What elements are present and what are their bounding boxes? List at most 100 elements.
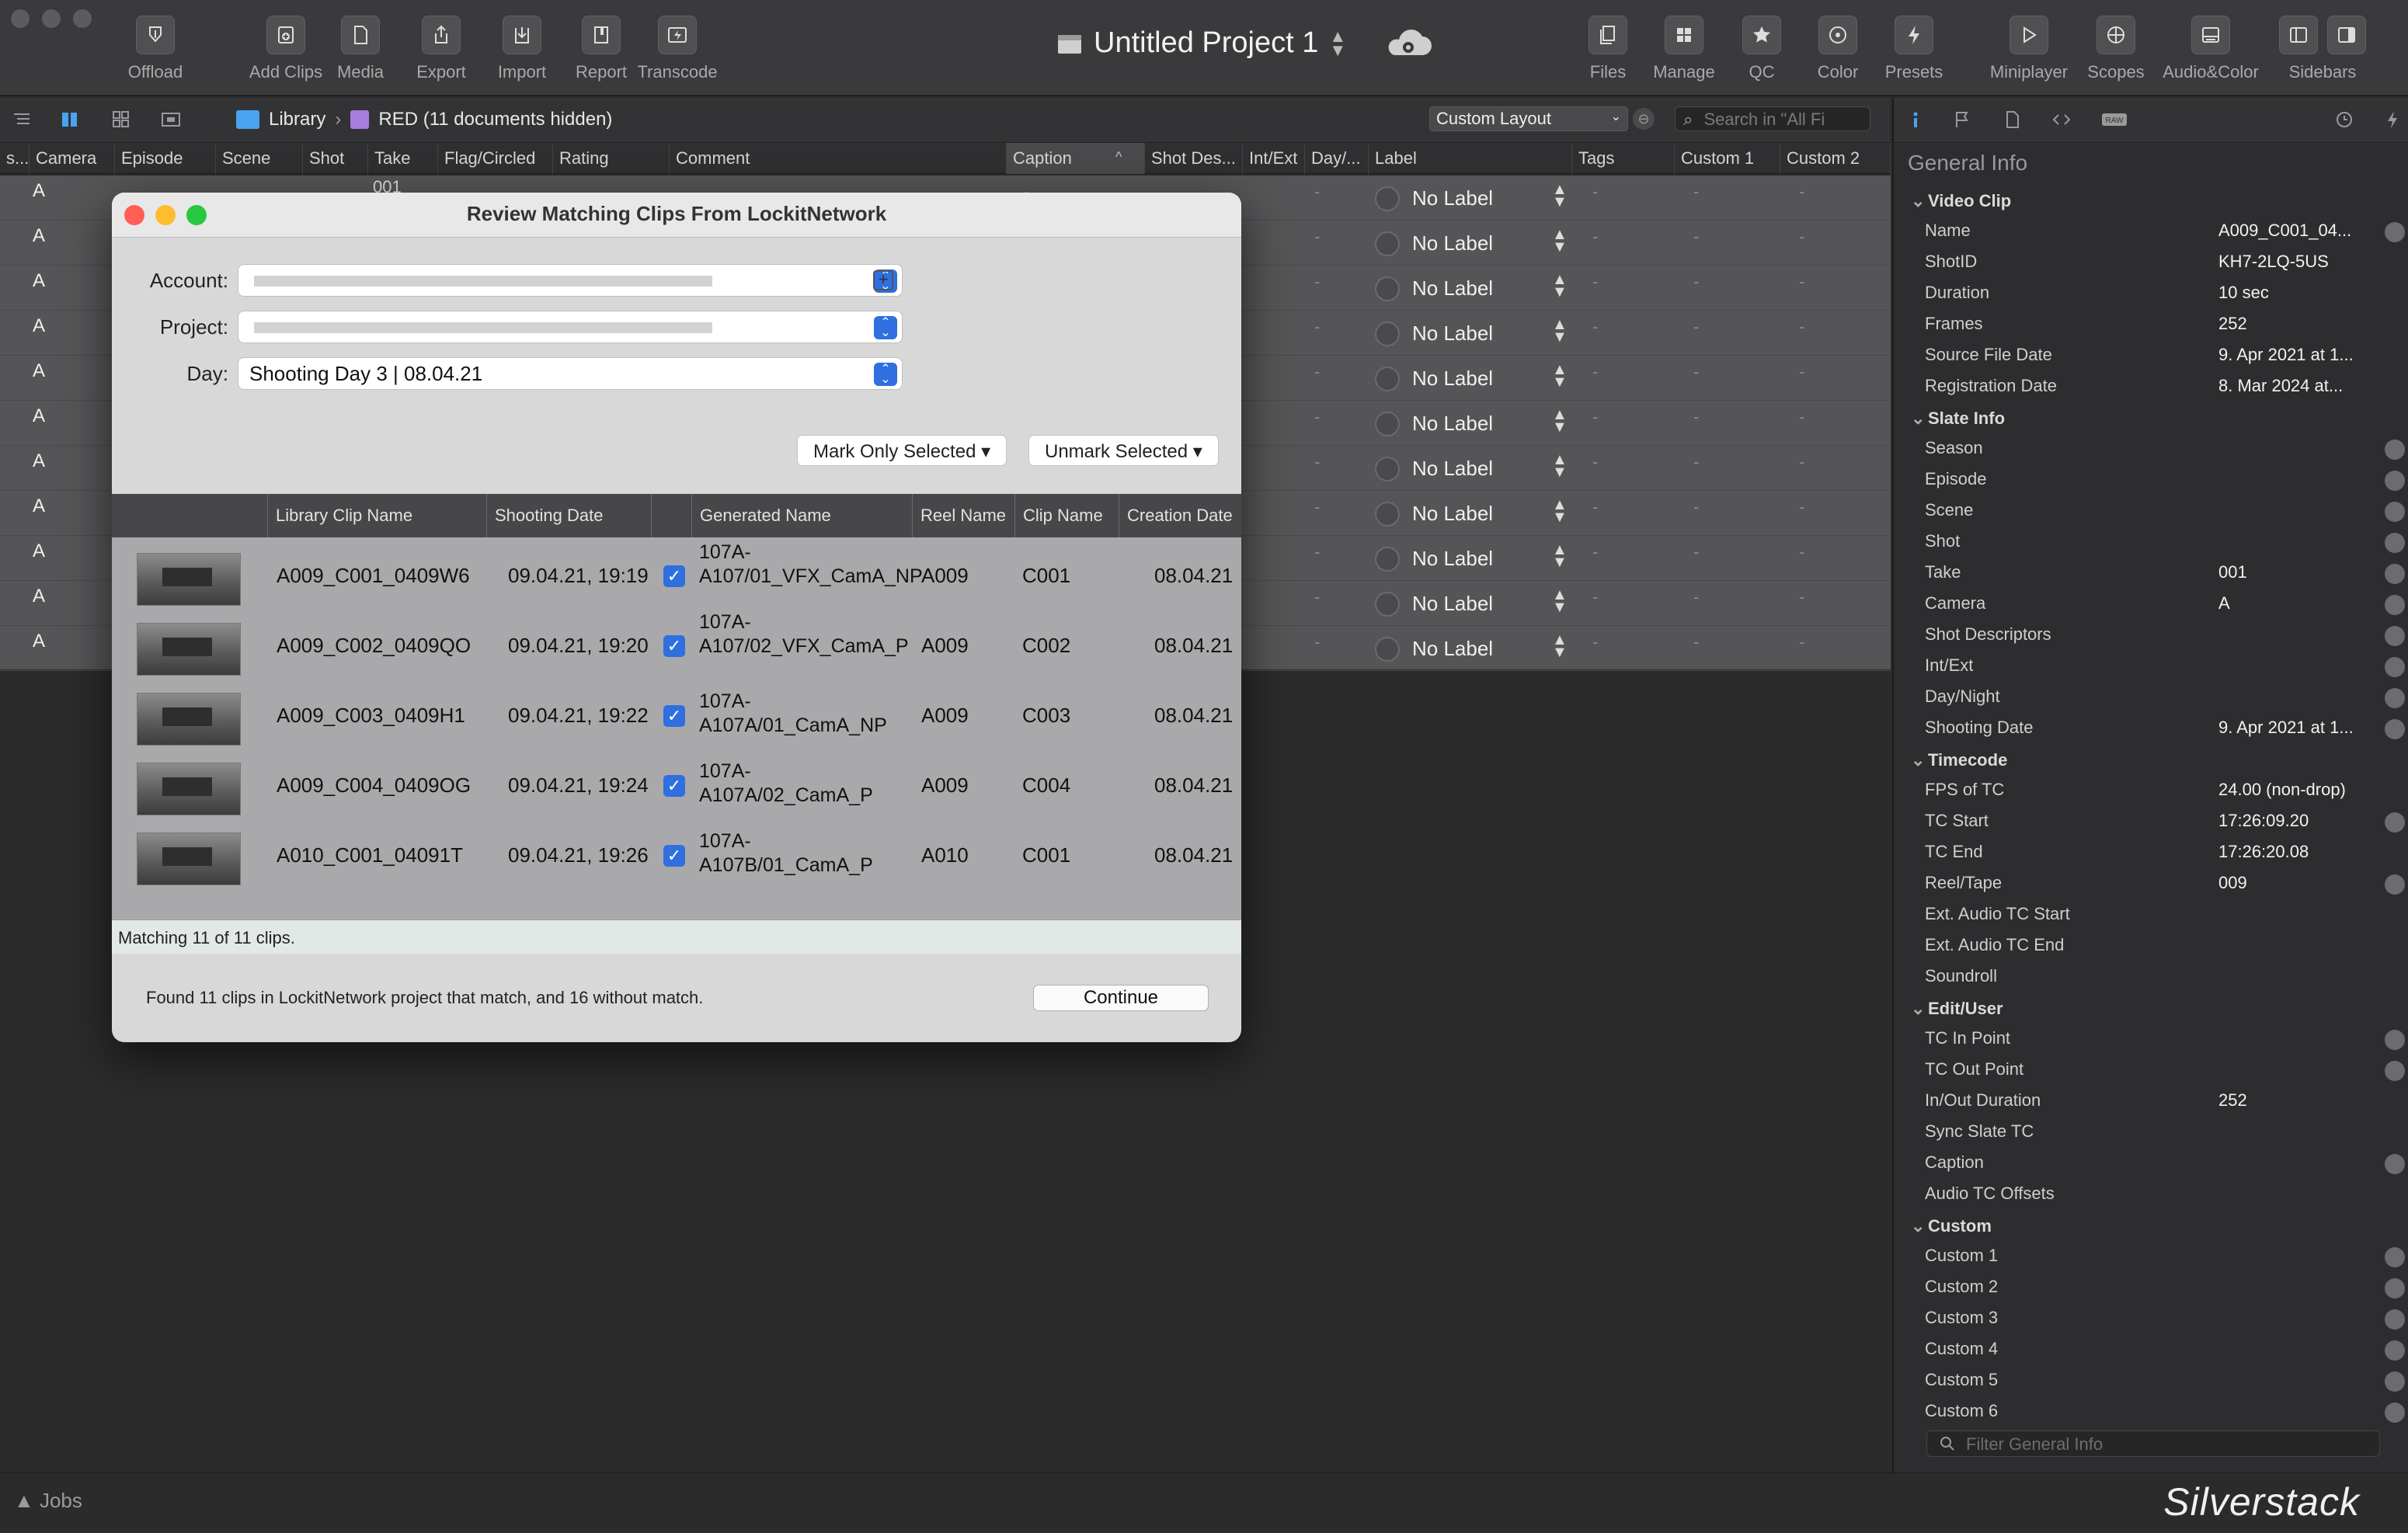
label-color-icon[interactable] xyxy=(1375,186,1400,211)
scopes-button[interactable]: Scopes xyxy=(2069,16,2163,82)
edit-pencil-icon[interactable] xyxy=(2385,1247,2405,1267)
label-color-icon[interactable] xyxy=(1375,367,1400,391)
edit-pencil-icon[interactable] xyxy=(2385,564,2405,584)
column-view-icon[interactable] xyxy=(59,109,81,130)
label-cell[interactable]: No Label xyxy=(1412,592,1493,616)
column-header-shot-des-[interactable]: Shot Des... xyxy=(1145,143,1243,174)
label-stepper-icon[interactable]: ▲ ▼ xyxy=(1552,317,1568,345)
left-sidebar-icon[interactable] xyxy=(2279,16,2318,54)
day-select[interactable]: Shooting Day 3 | 08.04.21 ⌃ ⌄ xyxy=(238,357,903,390)
clips-column-header[interactable]: Clip Name xyxy=(1014,494,1119,537)
column-header-scene[interactable]: Scene xyxy=(216,143,303,174)
sort-caret-icon[interactable]: ^ xyxy=(1115,149,1122,165)
section-edit-user[interactable]: ⌄ Edit/User xyxy=(1911,999,2003,1019)
edit-pencil-icon[interactable] xyxy=(2385,1340,2405,1361)
label-color-icon[interactable] xyxy=(1375,231,1400,256)
info-value[interactable]: 9. Apr 2021 at 1... xyxy=(2218,718,2354,738)
unmark-selected-button[interactable]: Unmark Selected ▾ xyxy=(1028,435,1219,466)
cloud-sync-icon[interactable] xyxy=(1380,27,1435,60)
edit-pencil-icon[interactable] xyxy=(2385,874,2405,895)
edit-pencil-icon[interactable] xyxy=(2385,471,2405,491)
label-color-icon[interactable] xyxy=(1375,322,1400,346)
jobs-toggle[interactable]: ▲ Jobs xyxy=(14,1489,82,1513)
transcode-button[interactable]: Transcode xyxy=(631,16,724,82)
label-cell[interactable]: No Label xyxy=(1412,276,1493,301)
label-stepper-icon[interactable]: ▲ ▼ xyxy=(1552,407,1568,435)
history-icon[interactable] xyxy=(2333,109,2355,130)
section-timecode[interactable]: ⌄ Timecode xyxy=(1911,750,2007,770)
label-cell[interactable]: No Label xyxy=(1412,502,1493,526)
info-value[interactable]: A009_C001_04... xyxy=(2218,221,2351,241)
column-header-int-ext[interactable]: Int/Ext xyxy=(1243,143,1305,174)
label-color-icon[interactable] xyxy=(1375,502,1400,527)
label-stepper-icon[interactable]: ▲ ▼ xyxy=(1552,452,1568,480)
column-header-label[interactable]: Label xyxy=(1369,143,1572,174)
column-header-comment[interactable]: Comment xyxy=(670,143,1007,174)
edit-pencil-icon[interactable] xyxy=(2385,595,2405,615)
bolt-icon[interactable] xyxy=(2382,109,2403,130)
flag-icon[interactable] xyxy=(1951,109,1973,130)
match-checkbox[interactable]: ✓ xyxy=(663,635,685,657)
column-header-episode[interactable]: Episode xyxy=(115,143,216,174)
window-minimize-button[interactable] xyxy=(42,9,61,28)
edit-pencil-icon[interactable] xyxy=(2385,1371,2405,1392)
clips-column-header[interactable]: Shooting Date xyxy=(486,494,651,537)
label-cell[interactable]: No Label xyxy=(1412,322,1493,346)
grid-view-icon[interactable] xyxy=(110,109,132,130)
edit-pencil-icon[interactable] xyxy=(2385,1278,2405,1298)
info-value[interactable]: 17:26:09.20 xyxy=(2218,811,2309,831)
continue-button[interactable]: Continue xyxy=(1033,985,1209,1011)
edit-pencil-icon[interactable] xyxy=(2385,1403,2405,1423)
clips-column-header[interactable]: Creation Date xyxy=(1119,494,1241,537)
info-value[interactable]: A xyxy=(2218,593,2230,614)
window-zoom-button[interactable] xyxy=(73,9,92,28)
edit-pencil-icon[interactable] xyxy=(2385,719,2405,739)
edit-pencil-icon[interactable] xyxy=(2385,1061,2405,1081)
label-color-icon[interactable] xyxy=(1375,547,1400,572)
clip-row[interactable]: A009_C001_0409W6 09.04.21, 19:19 ✓ 107A-A10… xyxy=(112,537,1241,612)
label-cell[interactable]: No Label xyxy=(1412,412,1493,436)
info-value[interactable]: 001 xyxy=(2218,562,2247,582)
clips-column-header[interactable]: Generated Name xyxy=(691,494,912,537)
edit-pencil-icon[interactable] xyxy=(2385,440,2405,460)
presets-button[interactable]: Presets xyxy=(1867,16,1961,82)
edit-pencil-icon[interactable] xyxy=(2385,1309,2405,1330)
label-color-icon[interactable] xyxy=(1375,412,1400,436)
clip-row[interactable]: A009_C004_0409OG 09.04.21, 19:24 ✓ 107A-A10… xyxy=(112,747,1241,822)
clip-row[interactable]: A010_C001_04091T 09.04.21, 19:26 ✓ 107A-A10… xyxy=(112,817,1241,892)
mark-only-selected-button[interactable]: Mark Only Selected ▾ xyxy=(797,435,1007,466)
label-cell[interactable]: No Label xyxy=(1412,457,1493,481)
document-icon[interactable] xyxy=(2001,109,2023,130)
clips-column-header[interactable]: Reel Name xyxy=(912,494,1014,537)
column-header-take[interactable]: Take xyxy=(368,143,438,174)
edit-pencil-icon[interactable] xyxy=(2385,502,2405,522)
layout-options-icon[interactable]: ⊖ xyxy=(1633,108,1655,130)
export-button[interactable]: Export xyxy=(395,16,488,82)
label-stepper-icon[interactable]: ▲ ▼ xyxy=(1552,362,1568,390)
label-cell[interactable]: No Label xyxy=(1412,186,1493,210)
edit-pencil-icon[interactable] xyxy=(2385,1030,2405,1050)
label-stepper-icon[interactable]: ▲ ▼ xyxy=(1552,542,1568,570)
column-header-s-[interactable]: s... xyxy=(0,143,30,174)
match-checkbox[interactable]: ✓ xyxy=(663,705,685,727)
column-header-rating[interactable]: Rating xyxy=(553,143,670,174)
checkbox-column-header[interactable] xyxy=(651,494,691,537)
label-color-icon[interactable] xyxy=(1375,457,1400,481)
section-custom[interactable]: ⌄ Custom xyxy=(1911,1216,1992,1236)
project-stepper-icon[interactable]: ▲ ▼ xyxy=(1329,27,1346,58)
edit-pencil-icon[interactable] xyxy=(2385,626,2405,646)
search-input[interactable]: ⌕ Search in "All Fi xyxy=(1675,106,1870,131)
list-outline-icon[interactable] xyxy=(11,109,33,130)
add-account-icon[interactable]: + xyxy=(873,270,893,290)
column-header-tags[interactable]: Tags xyxy=(1572,143,1675,174)
label-color-icon[interactable] xyxy=(1375,592,1400,617)
label-stepper-icon[interactable]: ▲ ▼ xyxy=(1552,272,1568,300)
match-checkbox[interactable]: ✓ xyxy=(663,565,685,587)
miniplayer-button[interactable]: Miniplayer xyxy=(1982,16,2076,82)
filmstrip-view-icon[interactable] xyxy=(160,109,182,130)
column-header-flag-circled[interactable]: Flag/Circled xyxy=(438,143,553,174)
edit-pencil-icon[interactable] xyxy=(2385,222,2405,242)
column-header-camera[interactable]: Camera xyxy=(30,143,115,174)
info-icon[interactable] xyxy=(1905,109,1926,130)
clip-row[interactable]: A009_C003_0409H1 09.04.21, 19:22 ✓ 107A-A10… xyxy=(112,677,1241,752)
